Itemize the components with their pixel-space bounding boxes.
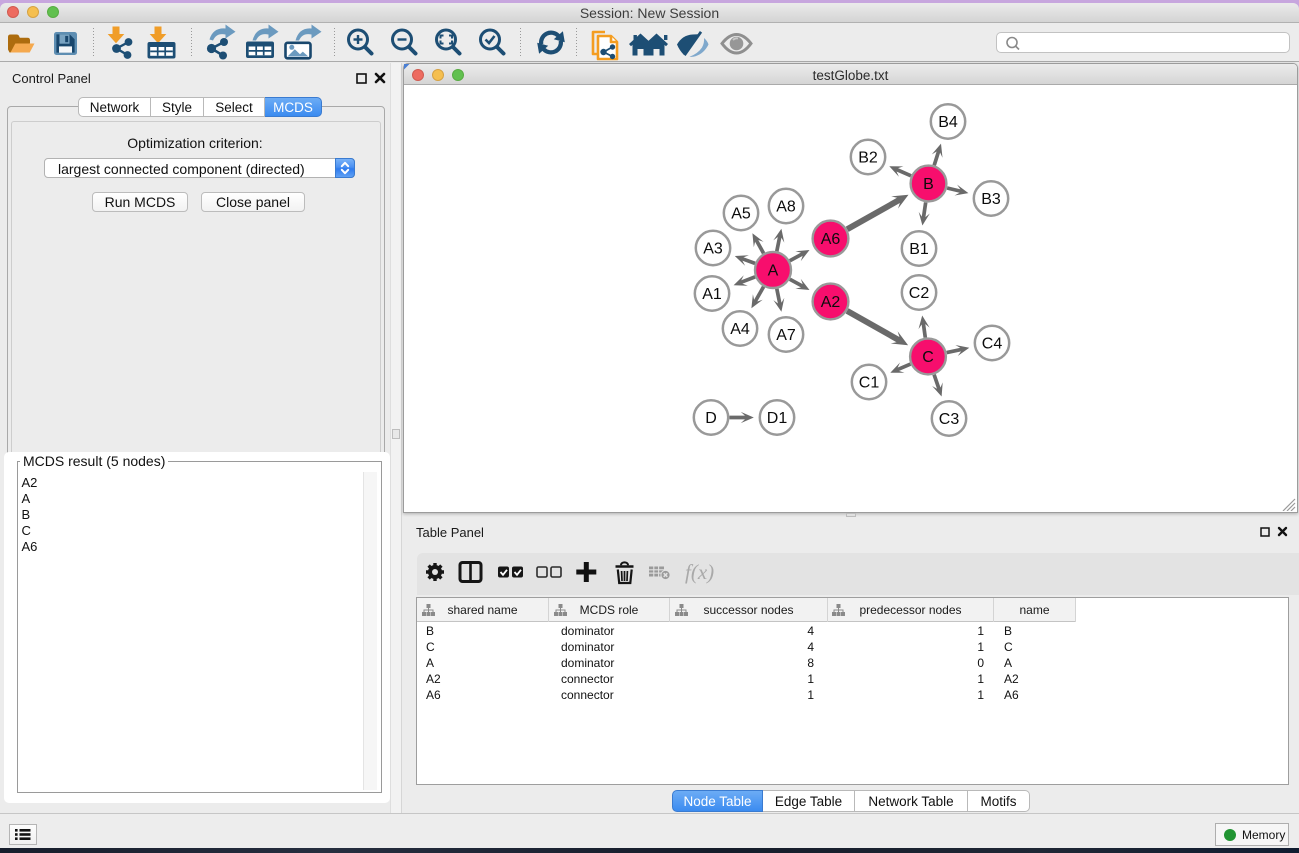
svg-text:C: C [922, 349, 934, 366]
svg-text:A: A [768, 263, 779, 280]
svg-text:f(x): f(x) [685, 560, 714, 584]
svg-text:C2: C2 [909, 285, 930, 302]
svg-text:A4: A4 [730, 321, 750, 338]
svg-text:B3: B3 [981, 191, 1001, 208]
svg-text:A5: A5 [731, 206, 751, 223]
svg-text:D: D [705, 410, 717, 427]
svg-text:A1: A1 [702, 286, 722, 303]
svg-text:B2: B2 [858, 150, 878, 167]
svg-text:A2: A2 [821, 294, 841, 311]
svg-text:D1: D1 [767, 410, 788, 427]
svg-text:B4: B4 [938, 114, 958, 131]
svg-text:C4: C4 [982, 336, 1003, 353]
svg-text:A7: A7 [776, 327, 796, 344]
svg-text:A8: A8 [776, 199, 796, 216]
svg-text:A3: A3 [703, 241, 723, 258]
svg-text:B: B [923, 176, 934, 193]
svg-text:B1: B1 [909, 241, 929, 258]
svg-text:C3: C3 [939, 411, 960, 428]
svg-text:C1: C1 [859, 375, 880, 392]
svg-text:A6: A6 [821, 231, 841, 248]
